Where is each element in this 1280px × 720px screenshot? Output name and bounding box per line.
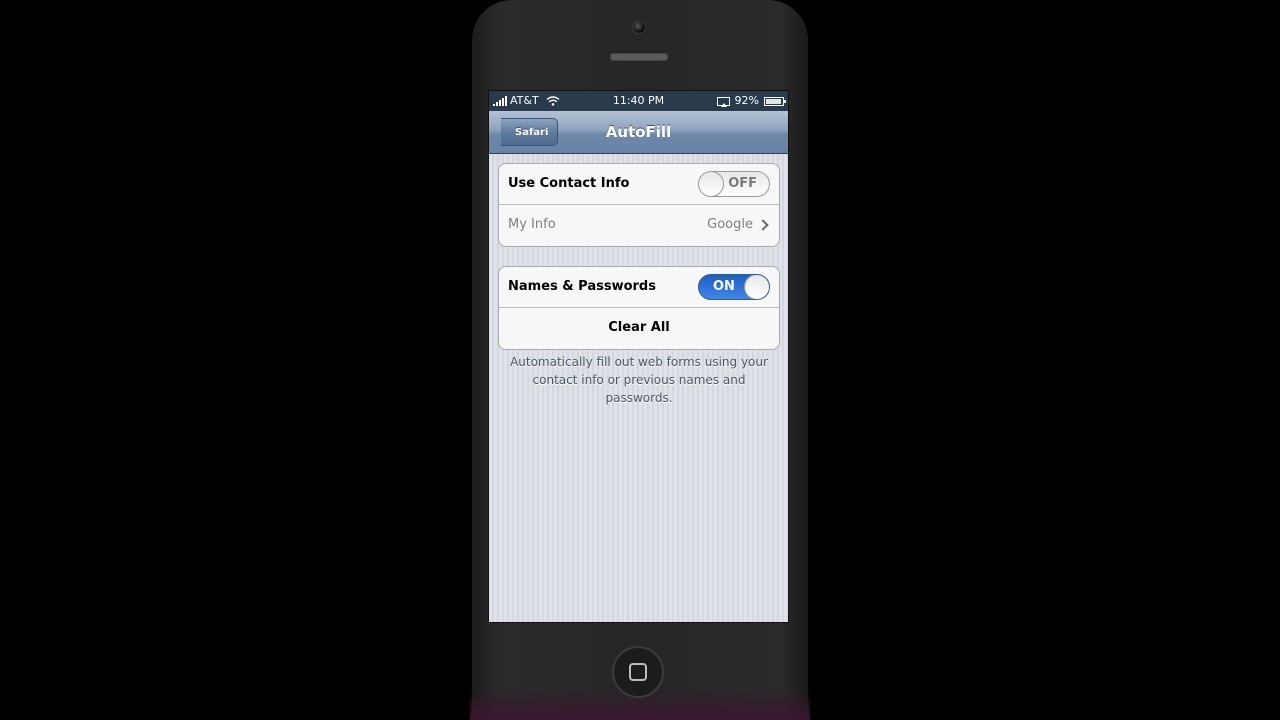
use-contact-info-label: Use Contact Info — [508, 176, 630, 191]
switch-knob — [744, 275, 769, 299]
battery-fill — [766, 98, 781, 104]
names-passwords-label: Names & Passwords — [508, 279, 656, 294]
back-button-safari[interactable]: Safari — [501, 118, 559, 146]
use-contact-info-row: Use Contact Info OFF — [499, 164, 779, 205]
earpiece-speaker — [610, 53, 668, 61]
battery-percent: 92% — [734, 94, 759, 107]
navigation-bar: AutoFill Safari — [489, 111, 788, 154]
passwords-group: Names & Passwords ON Clear All — [498, 266, 780, 350]
my-info-label: My Info — [508, 217, 556, 232]
names-passwords-row: Names & Passwords ON — [499, 267, 779, 308]
my-info-row[interactable]: My Info Google — [499, 205, 779, 246]
back-button-label: Safari — [515, 127, 549, 138]
video-frame: AT&T 11:40 PM 92% AutoFill Safari Use Co… — [0, 0, 1280, 720]
contact-info-group: Use Contact Info OFF My Info Google — [498, 163, 780, 247]
battery-icon — [764, 96, 786, 106]
switch-knob — [699, 172, 724, 196]
airplay-icon — [716, 96, 730, 107]
status-right-group: 92% — [716, 91, 786, 111]
home-button[interactable] — [612, 646, 664, 698]
names-passwords-switch[interactable]: ON — [698, 274, 770, 300]
switch-state-label: ON — [713, 279, 735, 294]
chevron-right-icon — [757, 219, 769, 231]
use-contact-info-switch[interactable]: OFF — [698, 171, 770, 197]
my-info-value: Google — [707, 217, 753, 232]
autofill-description: Automatically fill out web forms using y… — [510, 355, 768, 405]
phone-screen: AT&T 11:40 PM 92% AutoFill Safari Use Co… — [488, 90, 789, 623]
clear-all-button[interactable]: Clear All — [499, 308, 779, 348]
front-camera-icon — [632, 20, 646, 34]
home-square-icon — [629, 663, 647, 681]
switch-state-label: OFF — [728, 176, 757, 191]
status-bar: AT&T 11:40 PM 92% — [489, 91, 788, 111]
clear-all-row[interactable]: Clear All — [499, 308, 779, 349]
